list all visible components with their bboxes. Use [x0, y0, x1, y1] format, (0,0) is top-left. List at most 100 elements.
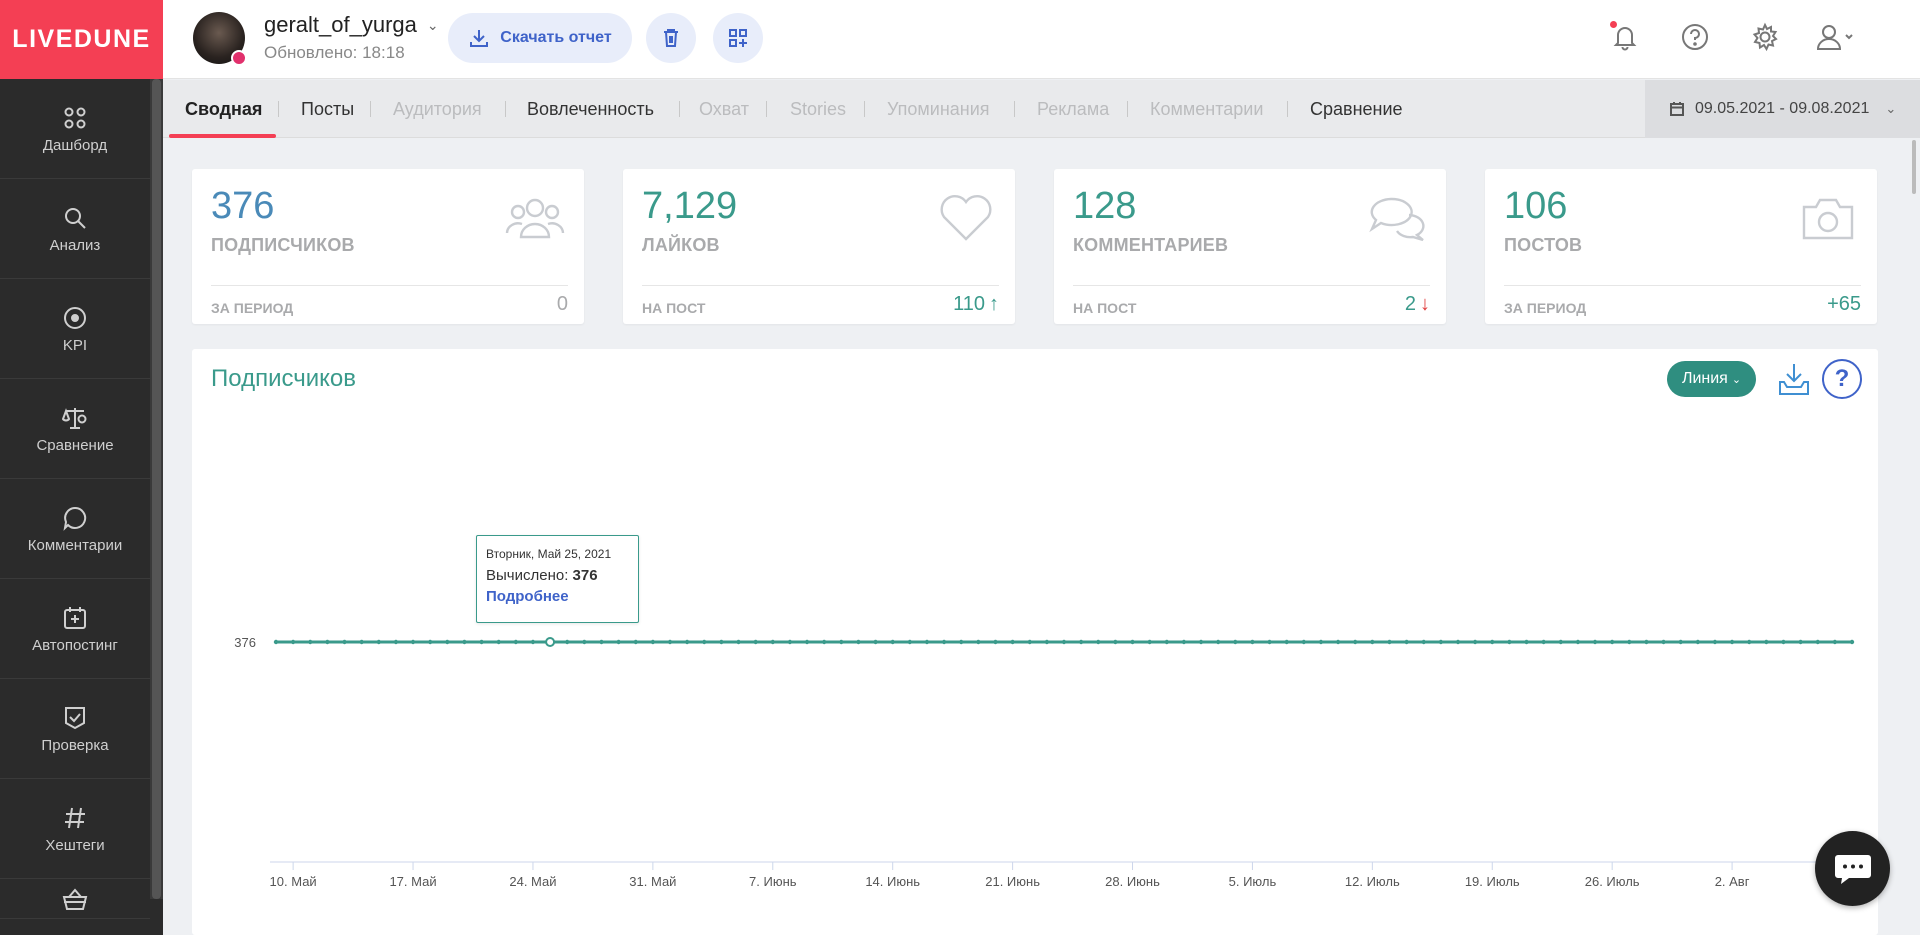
data-point[interactable]: [1404, 639, 1409, 645]
data-point[interactable]: [839, 639, 844, 645]
help-button[interactable]: [1678, 20, 1712, 54]
data-point[interactable]: [1815, 639, 1820, 645]
sidebar-item-basket[interactable]: [0, 879, 150, 919]
data-point[interactable]: [445, 639, 450, 645]
data-point[interactable]: [1747, 639, 1752, 645]
data-point[interactable]: [821, 639, 827, 645]
data-point[interactable]: [1387, 639, 1392, 645]
data-point[interactable]: [753, 639, 758, 645]
data-point[interactable]: [1592, 639, 1598, 645]
data-point[interactable]: [736, 639, 741, 645]
data-point[interactable]: [719, 639, 724, 645]
avatar[interactable]: [193, 12, 247, 66]
data-point[interactable]: [1507, 639, 1512, 645]
data-point[interactable]: [1541, 639, 1546, 645]
data-point[interactable]: [530, 639, 536, 645]
data-point[interactable]: [907, 639, 913, 645]
data-point[interactable]: [1164, 639, 1169, 645]
data-point[interactable]: [1798, 639, 1803, 645]
tab-comments[interactable]: Комментарии: [1150, 80, 1263, 138]
page-scroll-thumb[interactable]: [1912, 140, 1916, 194]
data-point[interactable]: [1027, 639, 1032, 645]
data-point[interactable]: [1215, 639, 1221, 645]
data-point[interactable]: [1764, 639, 1769, 645]
data-point[interactable]: [290, 639, 296, 645]
data-point[interactable]: [393, 639, 399, 645]
data-point[interactable]: [1250, 639, 1255, 645]
sidebar-scrollbar[interactable]: [150, 79, 163, 899]
delete-button[interactable]: [646, 13, 696, 63]
data-point[interactable]: [599, 639, 604, 645]
sidebar-item-dashboard[interactable]: Дашборд: [0, 79, 150, 179]
data-point[interactable]: [427, 639, 433, 645]
data-point[interactable]: [1198, 639, 1204, 645]
tab-comparison[interactable]: Сравнение: [1310, 80, 1403, 138]
tab-stories[interactable]: Stories: [790, 80, 846, 138]
data-point[interactable]: [1781, 639, 1786, 645]
data-point[interactable]: [633, 639, 638, 645]
sidebar-item-check[interactable]: Проверка: [0, 679, 150, 779]
sidebar-item-hashtags[interactable]: Хештеги: [0, 779, 150, 879]
chat-button[interactable]: [1815, 831, 1890, 906]
data-point[interactable]: [1096, 639, 1101, 645]
data-point[interactable]: [565, 639, 570, 645]
data-point[interactable]: [1010, 639, 1015, 645]
app-logo[interactable]: LIVEDUNE: [0, 0, 163, 79]
data-point[interactable]: [684, 639, 690, 645]
data-point[interactable]: [1438, 639, 1444, 645]
data-point[interactable]: [941, 639, 947, 645]
tab-summary[interactable]: Сводная: [185, 80, 262, 138]
notifications-button[interactable]: [1608, 20, 1642, 54]
sidebar-item-comparison[interactable]: Сравнение: [0, 379, 150, 479]
chart-help-button[interactable]: ?: [1822, 359, 1862, 399]
sidebar-item-autoposting[interactable]: Автопостинг: [0, 579, 150, 679]
chart-download-button[interactable]: [1774, 359, 1814, 399]
data-point[interactable]: [1284, 639, 1289, 645]
data-point[interactable]: [1147, 639, 1152, 645]
settings-button[interactable]: [1748, 20, 1782, 54]
data-point[interactable]: [1472, 639, 1478, 645]
tab-ads[interactable]: Реклама: [1037, 80, 1109, 138]
data-point[interactable]: [1524, 639, 1529, 645]
data-point[interactable]: [359, 639, 364, 645]
sidebar-item-kpi[interactable]: KPI: [0, 279, 150, 379]
layout-button[interactable]: [713, 13, 763, 63]
data-point[interactable]: [1661, 639, 1666, 645]
data-point[interactable]: [1078, 639, 1084, 645]
data-point[interactable]: [667, 639, 673, 645]
data-point[interactable]: [1627, 639, 1632, 645]
account-selector[interactable]: geralt_of_yurga ⌄: [264, 12, 439, 38]
data-point[interactable]: [650, 639, 656, 645]
tab-posts[interactable]: Посты: [301, 80, 354, 138]
data-point[interactable]: [1233, 639, 1238, 645]
data-point[interactable]: [1609, 639, 1615, 645]
data-point[interactable]: [410, 639, 416, 645]
page-scrollbar[interactable]: [1908, 138, 1920, 935]
data-point[interactable]: [702, 639, 707, 645]
download-report-button[interactable]: Скачать отчет: [448, 13, 632, 63]
data-point[interactable]: [873, 639, 878, 645]
data-point[interactable]: [890, 639, 895, 645]
data-point[interactable]: [1113, 639, 1118, 645]
data-point[interactable]: [1849, 639, 1855, 645]
data-point[interactable]: [616, 639, 621, 645]
sidebar-scroll-thumb[interactable]: [152, 79, 161, 899]
tab-reach[interactable]: Охват: [699, 80, 749, 138]
data-point[interactable]: [1644, 639, 1649, 645]
data-point[interactable]: [376, 639, 381, 645]
data-point[interactable]: [513, 639, 519, 645]
data-point[interactable]: [1455, 639, 1461, 645]
highlighted-data-point[interactable]: [545, 637, 556, 647]
data-point[interactable]: [1267, 639, 1272, 645]
data-point[interactable]: [1370, 639, 1375, 645]
tab-audience[interactable]: Аудитория: [393, 80, 482, 138]
data-point[interactable]: [1353, 639, 1358, 645]
sidebar-item-comments[interactable]: Комментарии: [0, 479, 150, 579]
data-point[interactable]: [856, 639, 861, 645]
data-point[interactable]: [479, 639, 484, 645]
data-point[interactable]: [1130, 639, 1135, 645]
data-point[interactable]: [273, 639, 279, 645]
data-point[interactable]: [1335, 639, 1341, 645]
data-point[interactable]: [1301, 639, 1307, 645]
user-menu-button[interactable]: [1811, 20, 1859, 54]
